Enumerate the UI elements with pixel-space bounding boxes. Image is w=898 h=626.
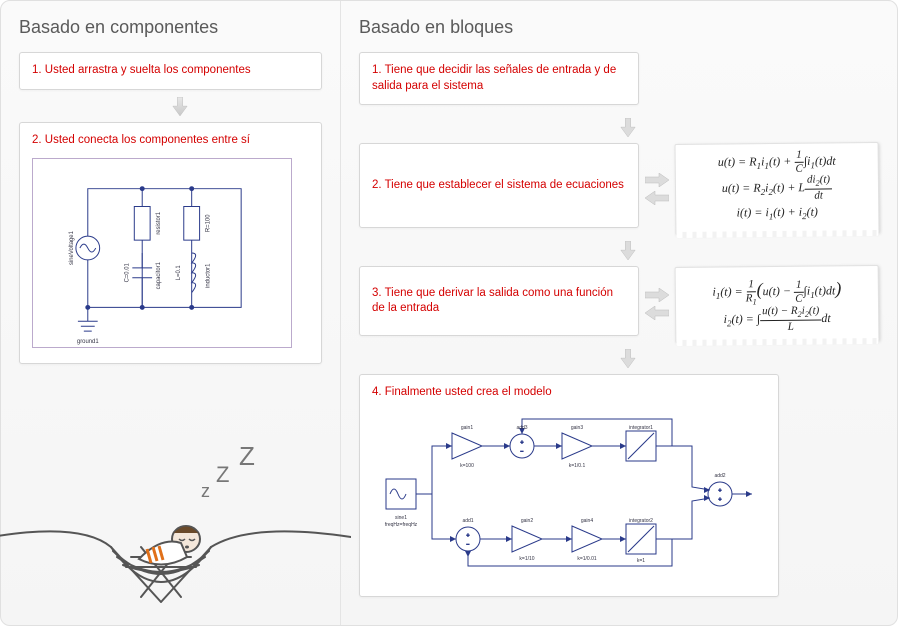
right-title: Basado en bloques xyxy=(359,17,879,38)
right-step-1: 1. Tiene que decidir las señales de entr… xyxy=(359,52,639,105)
svg-text:sine1: sine1 xyxy=(395,515,407,521)
arrow-down-icon xyxy=(37,96,322,118)
svg-text:+: + xyxy=(467,533,470,539)
left-step-2: 2. Usted conecta los componentes entre s… xyxy=(19,122,322,365)
svg-text:k=1/0.1: k=1/0.1 xyxy=(569,463,586,469)
equation-note-1: u(t) = R1i1(t) + 1C∫i1(t)dt u(t) = R2i2(… xyxy=(675,142,880,235)
svg-text:gain1: gain1 xyxy=(461,425,473,431)
svg-text:+: + xyxy=(521,440,524,446)
svg-text:add3: add3 xyxy=(516,425,527,431)
svg-text:+: + xyxy=(719,488,722,494)
svg-text:−: − xyxy=(467,542,470,548)
block-based-column: Basado en bloques 1. Tiene que decidir l… xyxy=(341,1,897,625)
svg-text:gain2: gain2 xyxy=(521,518,533,524)
svg-text:k=1/10: k=1/10 xyxy=(519,556,534,562)
svg-text:−: − xyxy=(521,449,524,455)
svg-text:L=0.1: L=0.1 xyxy=(176,265,182,280)
svg-text:ground1: ground1 xyxy=(77,339,99,345)
right-step-2: 2. Tiene que establecer el sistema de ec… xyxy=(359,143,639,228)
right-step-4: 4. Finalmente usted crea el modelo +− ++ xyxy=(359,374,779,597)
equation-note-2: i1(t) = 1R1(u(t) − 1C∫i1(t)dt) i2(t) = ∫… xyxy=(675,265,880,344)
svg-text:add1: add1 xyxy=(462,518,473,524)
svg-text:R=100: R=100 xyxy=(205,214,211,232)
svg-text:freqHz=freqHz: freqHz=freqHz xyxy=(385,522,418,528)
svg-text:k=100: k=100 xyxy=(460,463,474,469)
component-based-column: Basado en componentes 1. Usted arrastra … xyxy=(1,1,341,625)
sleeping-person-icon: z Z Z xyxy=(0,427,351,617)
svg-text:Z: Z xyxy=(239,441,255,471)
svg-text:z: z xyxy=(201,481,210,501)
block-diagram-icon: + − + + + − xyxy=(372,411,768,581)
svg-text:gain3: gain3 xyxy=(571,425,583,431)
svg-text:Z: Z xyxy=(216,462,229,487)
svg-text:gain4: gain4 xyxy=(581,518,593,524)
svg-text:inductor1: inductor1 xyxy=(205,264,211,288)
arrow-down-icon xyxy=(377,348,879,370)
svg-text:add2: add2 xyxy=(714,473,725,479)
arrow-bidirectional-icon xyxy=(645,143,669,234)
svg-text:k=1/0.01: k=1/0.01 xyxy=(577,556,597,562)
svg-text:integrator2: integrator2 xyxy=(629,518,653,524)
left-title: Basado en componentes xyxy=(19,17,322,38)
svg-text:resistor1: resistor1 xyxy=(156,212,162,235)
svg-text:k=1: k=1 xyxy=(637,558,645,564)
arrow-down-icon xyxy=(377,240,879,262)
comparison-diagram: Basado en componentes 1. Usted arrastra … xyxy=(0,0,898,626)
svg-text:sineVoltage1: sineVoltage1 xyxy=(69,231,75,265)
right-step-3: 3. Tiene que derivar la salida como una … xyxy=(359,266,639,336)
circuit-diagram-icon: ground1 sineVoltage1 resistor1 R=100 C=0… xyxy=(32,158,292,348)
svg-text:C=0.01: C=0.01 xyxy=(124,263,130,282)
svg-text:+: + xyxy=(719,497,722,503)
left-step-1: 1. Usted arrastra y suelta los component… xyxy=(19,52,322,90)
arrow-bidirectional-icon xyxy=(645,266,669,342)
svg-text:capacitor1: capacitor1 xyxy=(156,262,162,289)
svg-text:integrator1: integrator1 xyxy=(629,425,653,431)
arrow-down-icon xyxy=(377,117,879,139)
